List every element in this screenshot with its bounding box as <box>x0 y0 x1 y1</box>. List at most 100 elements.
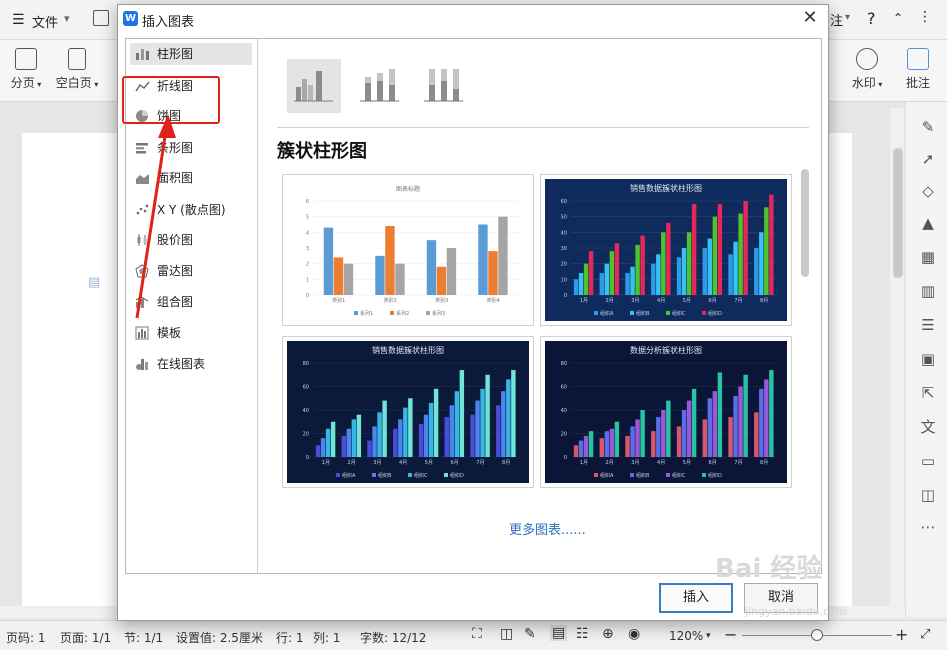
bar <box>506 379 511 457</box>
edit-mode-icon[interactable]: ✎ <box>524 626 536 642</box>
category-online-chart[interactable]: 在线图表 <box>130 353 252 375</box>
watermark-label: 水印 <box>851 76 876 90</box>
pagebreak-button[interactable]: 分页 ▾ <box>8 48 44 91</box>
help-icon[interactable]: ? <box>867 9 876 28</box>
status-bar: 页码: 1 页面: 1/1 节: 1/1 设置值: 2.5厘米 行: 1 列: … <box>0 620 947 650</box>
dialog-title-bar[interactable]: W 插入图表 ✕ <box>118 5 828 33</box>
x-tick-label: 3月 <box>631 298 639 304</box>
chart-icon[interactable]: ▥ <box>919 282 937 300</box>
more-icon[interactable]: ⋮ <box>918 9 932 25</box>
watermark-icon <box>856 48 878 70</box>
category-bar-chart[interactable]: 柱形图 <box>130 43 252 65</box>
chevron-down-icon[interactable]: ▾ <box>706 631 711 641</box>
blankpage-button[interactable]: 空白页 ▾ <box>54 48 100 91</box>
bar <box>702 419 708 457</box>
chevron-up-icon[interactable]: ⌃ <box>893 11 903 25</box>
zoom-in-button[interactable]: + <box>895 625 908 644</box>
x-tick-label: 7月 <box>734 298 742 304</box>
fit-icon[interactable]: ⤢ <box>920 627 930 642</box>
hamburger-icon[interactable]: ☰ <box>12 12 25 28</box>
legend-label: 组织C <box>672 472 686 479</box>
chart-template-1[interactable]: 图表标题 0 1 2 3 4 5 6 类别1 类别2 类别3 类别4 系列1 系列2 系列3 <box>282 174 534 326</box>
bar <box>681 410 687 457</box>
clustered-column-icon[interactable] <box>287 59 341 113</box>
chevron-down-icon[interactable]: ▾ <box>64 12 70 25</box>
category-label: 柱形图 <box>157 47 194 61</box>
file-menu[interactable]: 文件 <box>32 12 58 31</box>
chart-preview: 销售数据簇状柱形图 0 10 20 30 40 50 60 1月 2月 3月 4月 5月 6月 7月 8月组织… <box>545 179 787 321</box>
dialog-body: 柱形图 折线图 饼图 条形图 面积图 X Y (散点图) 股价图 雷达图 组合图 模板 在线图表 簇… <box>125 38 822 574</box>
bar <box>656 254 661 295</box>
read-mode-icon[interactable]: ◫ <box>500 626 513 642</box>
legend-swatch <box>354 311 358 315</box>
x-tick-label: 5月 <box>683 460 691 466</box>
eye-icon[interactable]: ◉ <box>628 626 640 642</box>
bar <box>470 414 475 457</box>
bar <box>330 421 336 457</box>
chart-template-3[interactable]: 销售数据簇状柱形图 0 20 40 60 80 1月 2月 3月 4月 5月 6月 7月 8月 组织A 组织B… <box>282 336 534 488</box>
select-icon[interactable]: ➚ <box>919 150 937 168</box>
stacked-column-icon[interactable] <box>353 59 407 113</box>
share-icon[interactable]: ⇱ <box>919 384 937 402</box>
bar <box>459 370 465 457</box>
chevron-down-icon[interactable]: ▾ <box>845 12 850 23</box>
scrollbar-thumb[interactable] <box>893 148 903 278</box>
settings-icon[interactable]: ☰ <box>919 316 937 334</box>
bar <box>661 232 666 295</box>
y-tick-label: 0 <box>306 293 309 299</box>
status-words[interactable]: 字数: 12/12 <box>360 629 426 646</box>
vertical-scrollbar[interactable] <box>890 108 904 608</box>
status-setting[interactable]: 设置值: 2.5厘米 <box>176 629 263 646</box>
x-tick-label: 3月 <box>631 460 639 466</box>
style-icon[interactable]: ▲ <box>919 214 937 232</box>
bar <box>454 391 460 457</box>
table-icon[interactable]: ▦ <box>919 248 937 266</box>
x-tick-label: 7月 <box>734 460 742 466</box>
legend-swatch <box>372 473 376 477</box>
watermark-logo: Bai 经验 <box>715 554 823 584</box>
y-tick-label: 3 <box>306 246 309 252</box>
comment-button[interactable]: 批注 <box>900 48 936 91</box>
web-view-icon[interactable]: ⊕ <box>602 626 614 642</box>
zoom-level[interactable]: 120% <box>669 629 703 643</box>
bar <box>764 207 769 295</box>
y-tick-label: 20 <box>561 262 567 268</box>
legend-swatch <box>390 311 394 315</box>
box-icon[interactable]: ▭ <box>919 452 937 470</box>
panel-scrollbar-thumb[interactable] <box>801 169 809 277</box>
more-charts-link[interactable]: 更多图表...... <box>509 519 586 538</box>
chart-template-4[interactable]: 数据分析簇状柱形图 0 20 40 60 80 1月 2月 3月 4月 5月 6月 7月 8月 组织A 组织B… <box>540 336 792 488</box>
zoom-out-button[interactable]: − <box>724 625 737 644</box>
close-icon[interactable]: ✕ <box>800 8 820 28</box>
paragraph-icon[interactable]: ▤ <box>88 275 100 290</box>
x-tick-label: 2月 <box>606 298 614 304</box>
category-label: 在线图表 <box>157 357 206 371</box>
zoom-slider-handle[interactable] <box>811 629 823 641</box>
shapes-icon[interactable]: ◇ <box>919 182 937 200</box>
y-tick-label: 40 <box>303 408 309 414</box>
save-icon[interactable] <box>93 10 109 26</box>
outline-icon[interactable]: ☷ <box>576 626 589 642</box>
bar <box>485 374 490 457</box>
fullscreen-icon[interactable]: ⛶ <box>472 626 482 642</box>
chart-template-2[interactable]: 销售数据簇状柱形图 0 10 20 30 40 50 60 1月 2月 3月 4月 5月 6月 7月 8月 组织… <box>540 174 792 326</box>
translate-icon[interactable]: 文 <box>919 418 937 436</box>
bar <box>444 417 450 457</box>
percent-stacked-column-icon[interactable] <box>417 59 471 113</box>
status-line: 行: 1 <box>276 631 304 645</box>
bar <box>583 435 589 457</box>
watermark-button[interactable]: 水印 ▾ <box>848 48 886 91</box>
page-view-icon[interactable]: ▤ <box>550 625 568 641</box>
picture-icon[interactable]: ◫ <box>919 486 937 504</box>
more-icon[interactable]: ⋯ <box>919 518 937 536</box>
bar <box>609 251 615 295</box>
bar <box>475 400 480 457</box>
bar <box>614 243 620 295</box>
insert-button[interactable]: 插入 <box>659 583 733 613</box>
bar <box>498 216 508 295</box>
y-tick-label: 6 <box>306 199 309 205</box>
image-icon[interactable]: ▣ <box>919 350 937 368</box>
x-tick-label: 类别1 <box>332 297 345 304</box>
ribbon-tab-review[interactable]: 注 <box>830 10 843 29</box>
pen-icon[interactable]: ✎ <box>919 118 937 136</box>
